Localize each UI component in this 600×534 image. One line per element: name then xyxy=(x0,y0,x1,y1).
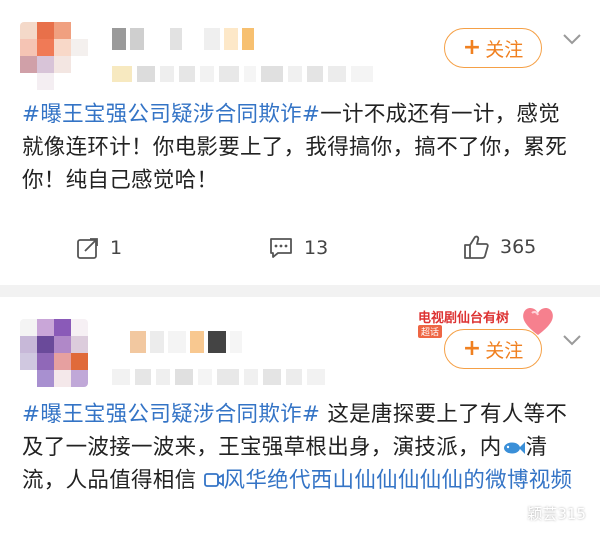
repost-count: 1 xyxy=(110,237,123,259)
like-button[interactable]: 365 xyxy=(462,234,536,260)
video-link-label: 风华绝代西山仙仙仙仙仙的微博视频 xyxy=(223,468,573,493)
username-blurred[interactable] xyxy=(112,331,242,353)
video-link[interactable]: 风华绝代西山仙仙仙仙仙的微博视频 xyxy=(203,468,573,493)
follow-label: 关注 xyxy=(485,339,524,362)
super-topic-title: 电视剧仙台有树 xyxy=(418,311,510,326)
post-text: #曝王宝强公司疑涉合同欺诈#一计不成还有一计，感觉就像连环计！你电影要上了，我得… xyxy=(22,98,580,197)
comment-count: 13 xyxy=(304,237,329,259)
fish-emoji-icon xyxy=(503,442,525,454)
logo-icon xyxy=(504,504,523,523)
plus-icon: + xyxy=(462,336,482,361)
action-bar: 1 13 365 xyxy=(0,232,600,268)
weibo-post-2: 电视剧仙台有树 超话 + 关注 #曝王宝强公司疑涉合同欺诈# 这是唐探要上了有人… xyxy=(0,297,600,534)
super-topic-label: 超话 xyxy=(418,325,443,338)
follow-button[interactable]: + 关注 xyxy=(444,28,542,68)
hashtag-link[interactable]: #曝王宝强公司疑涉合同欺诈# xyxy=(22,402,320,427)
follow-button[interactable]: + 关注 xyxy=(444,329,542,369)
username-blurred[interactable] xyxy=(112,28,254,50)
avatar[interactable] xyxy=(20,22,88,90)
follow-label: 关注 xyxy=(485,38,524,61)
like-count: 365 xyxy=(500,236,537,258)
post-divider xyxy=(0,285,600,297)
post-text: #曝王宝强公司疑涉合同欺诈# 这是唐探要上了有人等不及了一波接一波来，王宝强草根… xyxy=(22,398,580,497)
chevron-down-icon[interactable] xyxy=(561,329,583,351)
avatar[interactable] xyxy=(20,319,88,387)
video-icon xyxy=(203,473,224,487)
comment-icon xyxy=(270,238,292,258)
repost-button[interactable]: 1 xyxy=(76,236,122,260)
post-meta-blurred xyxy=(112,369,325,385)
watermark-text: 颖芸315 xyxy=(527,505,586,523)
plus-icon: + xyxy=(462,35,482,60)
like-icon xyxy=(464,235,489,259)
hashtag-link[interactable]: #曝王宝强公司疑涉合同欺诈# xyxy=(22,102,320,127)
comment-button[interactable]: 13 xyxy=(268,236,328,260)
weibo-post-1: + 关注 #曝王宝强公司疑涉合同欺诈#一计不成还有一计，感觉就像连环计！你电影要… xyxy=(0,0,600,285)
watermark: 颖芸315 xyxy=(503,503,586,524)
post-meta-blurred xyxy=(112,66,373,82)
chevron-down-icon[interactable] xyxy=(561,28,583,50)
repost-icon xyxy=(77,238,98,259)
